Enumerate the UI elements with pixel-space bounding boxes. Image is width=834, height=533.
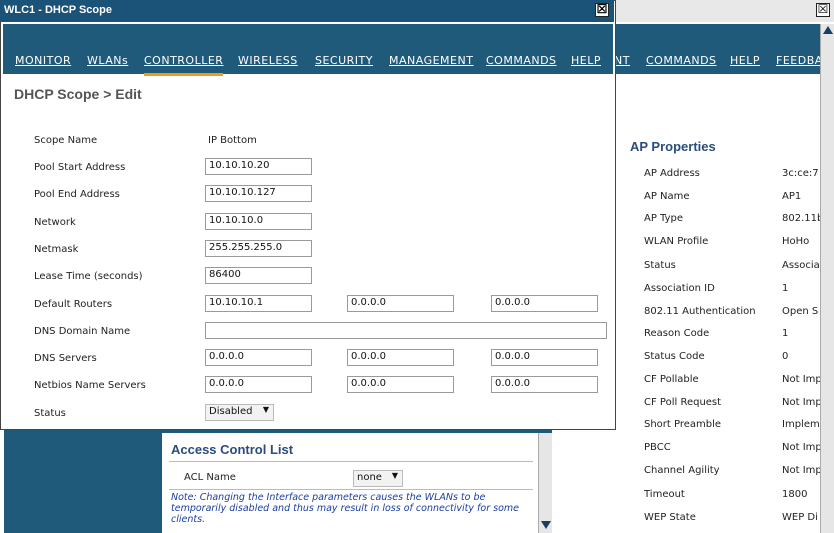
main-navbar: MONITOR WLANs CONTROLLER WIRELESS SECURI… (3, 24, 613, 76)
pool-end-input[interactable]: 10.10.10.127 (205, 185, 312, 202)
ap-label: WEP State (644, 512, 696, 523)
router-2-input[interactable]: 0.0.0.0 (347, 295, 454, 312)
acl-name-value: none (357, 472, 382, 483)
nav-security[interactable]: SECURITY (315, 54, 373, 67)
acl-note: Note: Changing the Interface parameters … (171, 492, 519, 525)
scope-name-value: IP Bottom (208, 135, 257, 146)
ap-value: Not Imp (782, 374, 822, 385)
ap-value: Associa (782, 260, 820, 271)
acl-scrollbar[interactable] (538, 433, 552, 533)
scope-name-label: Scope Name (34, 135, 98, 146)
pool-start-input[interactable]: 10.10.10.20 (205, 158, 312, 175)
ap-label: CF Poll Request (644, 397, 722, 408)
ap-label: Reason Code (644, 328, 710, 339)
dns-domain-label: DNS Domain Name (34, 326, 131, 337)
ap-value: 3c:ce:7 (782, 168, 819, 179)
ap-label: 802.11 Authentication (644, 306, 756, 317)
ap-label: Association ID (644, 283, 715, 294)
ap-value: 1 (782, 328, 789, 339)
nav-wlans[interactable]: WLANs (87, 54, 128, 67)
ap-value: Not Imp (782, 465, 822, 476)
ap-value: 1 (782, 283, 789, 294)
ap-value: Not Imp (782, 397, 822, 408)
window-title: WLC1 - DHCP Scope (4, 4, 112, 16)
ap-label: AP Address (644, 168, 700, 179)
background-navbar: NT COMMANDS HELP FEEDBA (614, 24, 823, 74)
netbios-1-input[interactable]: 0.0.0.0 (205, 376, 312, 393)
acl-divider-bottom (169, 489, 533, 490)
bg-nav-commands[interactable]: COMMANDS (646, 54, 717, 67)
dns-domain-input[interactable] (205, 322, 607, 339)
dhcp-window-titlebar: WLC1 - DHCP Scope ☒ (0, 0, 614, 22)
ap-value: 802.11b (782, 213, 824, 224)
pool-start-label: Pool Start Address (34, 162, 126, 173)
ap-label: Timeout (644, 489, 685, 500)
ap-label: AP Name (644, 191, 690, 202)
network-input[interactable]: 10.10.10.0 (205, 213, 312, 230)
bg-nav-help[interactable]: HELP (730, 54, 760, 67)
close-icon[interactable]: ☒ (595, 3, 609, 17)
ap-label: AP Type (644, 213, 684, 224)
chevron-down-icon: ▼ (391, 471, 398, 480)
router-1-input[interactable]: 10.10.10.1 (205, 295, 312, 312)
network-label: Network (34, 217, 76, 228)
background-window-titlebar (614, 0, 834, 22)
right-scrollbar[interactable] (820, 24, 834, 533)
netbios-2-input[interactable]: 0.0.0.0 (347, 376, 454, 393)
status-select[interactable]: Disabled ▼ (205, 404, 274, 421)
bg-nav-feedback[interactable]: FEEDBA (776, 54, 823, 67)
dns-server-2-input[interactable]: 0.0.0.0 (347, 349, 454, 366)
status-label: Status (34, 408, 66, 419)
router-3-input[interactable]: 0.0.0.0 (491, 295, 598, 312)
dns-servers-label: DNS Servers (34, 353, 97, 364)
chevron-down-icon: ▼ (262, 405, 269, 414)
acl-heading: Access Control List (171, 442, 294, 457)
nav-help[interactable]: HELP (571, 54, 601, 67)
ap-label: Short Preamble (644, 419, 722, 430)
ap-label: CF Pollable (644, 374, 699, 385)
lease-time-input[interactable]: 86400 (205, 267, 312, 284)
netmask-label: Netmask (34, 244, 79, 255)
acl-divider (169, 461, 533, 462)
page-title: DHCP Scope > Edit (14, 86, 142, 102)
acl-panel: Access Control List ACL Name none ▼ Note… (162, 433, 538, 533)
scroll-up-icon[interactable] (823, 26, 833, 34)
ap-properties-heading: AP Properties (630, 139, 716, 154)
ap-label: WLAN Profile (644, 236, 709, 247)
scroll-down-icon[interactable] (541, 521, 551, 529)
nav-management[interactable]: MANAGEMENT (389, 54, 473, 67)
ap-label: Status (644, 260, 676, 271)
netmask-input[interactable]: 255.255.255.0 (205, 240, 312, 257)
ap-value: Not Imp (782, 442, 822, 453)
netbios-3-input[interactable]: 0.0.0.0 (491, 376, 598, 393)
ap-value: AP1 (782, 191, 802, 202)
ap-value: HoHo (782, 236, 810, 247)
ap-label: Status Code (644, 351, 705, 362)
background-close-icon[interactable]: ☒ (816, 3, 830, 17)
nav-wireless[interactable]: WIRELESS (238, 54, 298, 67)
acl-name-label: ACL Name (184, 472, 236, 483)
dns-server-3-input[interactable]: 0.0.0.0 (491, 349, 598, 366)
ap-value: 0 (782, 351, 789, 362)
lease-time-label: Lease Time (seconds) (34, 271, 143, 282)
status-value: Disabled (209, 406, 253, 417)
ap-value: Implem (782, 419, 820, 430)
default-routers-label: Default Routers (34, 299, 113, 310)
nav-monitor[interactable]: MONITOR (15, 54, 71, 67)
ap-value: 1800 (782, 489, 808, 500)
acl-name-select[interactable]: none ▼ (353, 470, 403, 487)
ap-label: Channel Agility (644, 465, 720, 476)
ap-value: WEP Di (782, 512, 818, 523)
netbios-label: Netbios Name Servers (34, 380, 146, 391)
bg-nav-nt[interactable]: NT (614, 54, 630, 67)
nav-controller[interactable]: CONTROLLER (144, 54, 224, 76)
nav-commands[interactable]: COMMANDS (486, 54, 557, 67)
ap-label: PBCC (644, 442, 671, 453)
ap-value: Open S (782, 306, 819, 317)
pool-end-label: Pool End Address (34, 189, 120, 200)
dns-server-1-input[interactable]: 0.0.0.0 (205, 349, 312, 366)
